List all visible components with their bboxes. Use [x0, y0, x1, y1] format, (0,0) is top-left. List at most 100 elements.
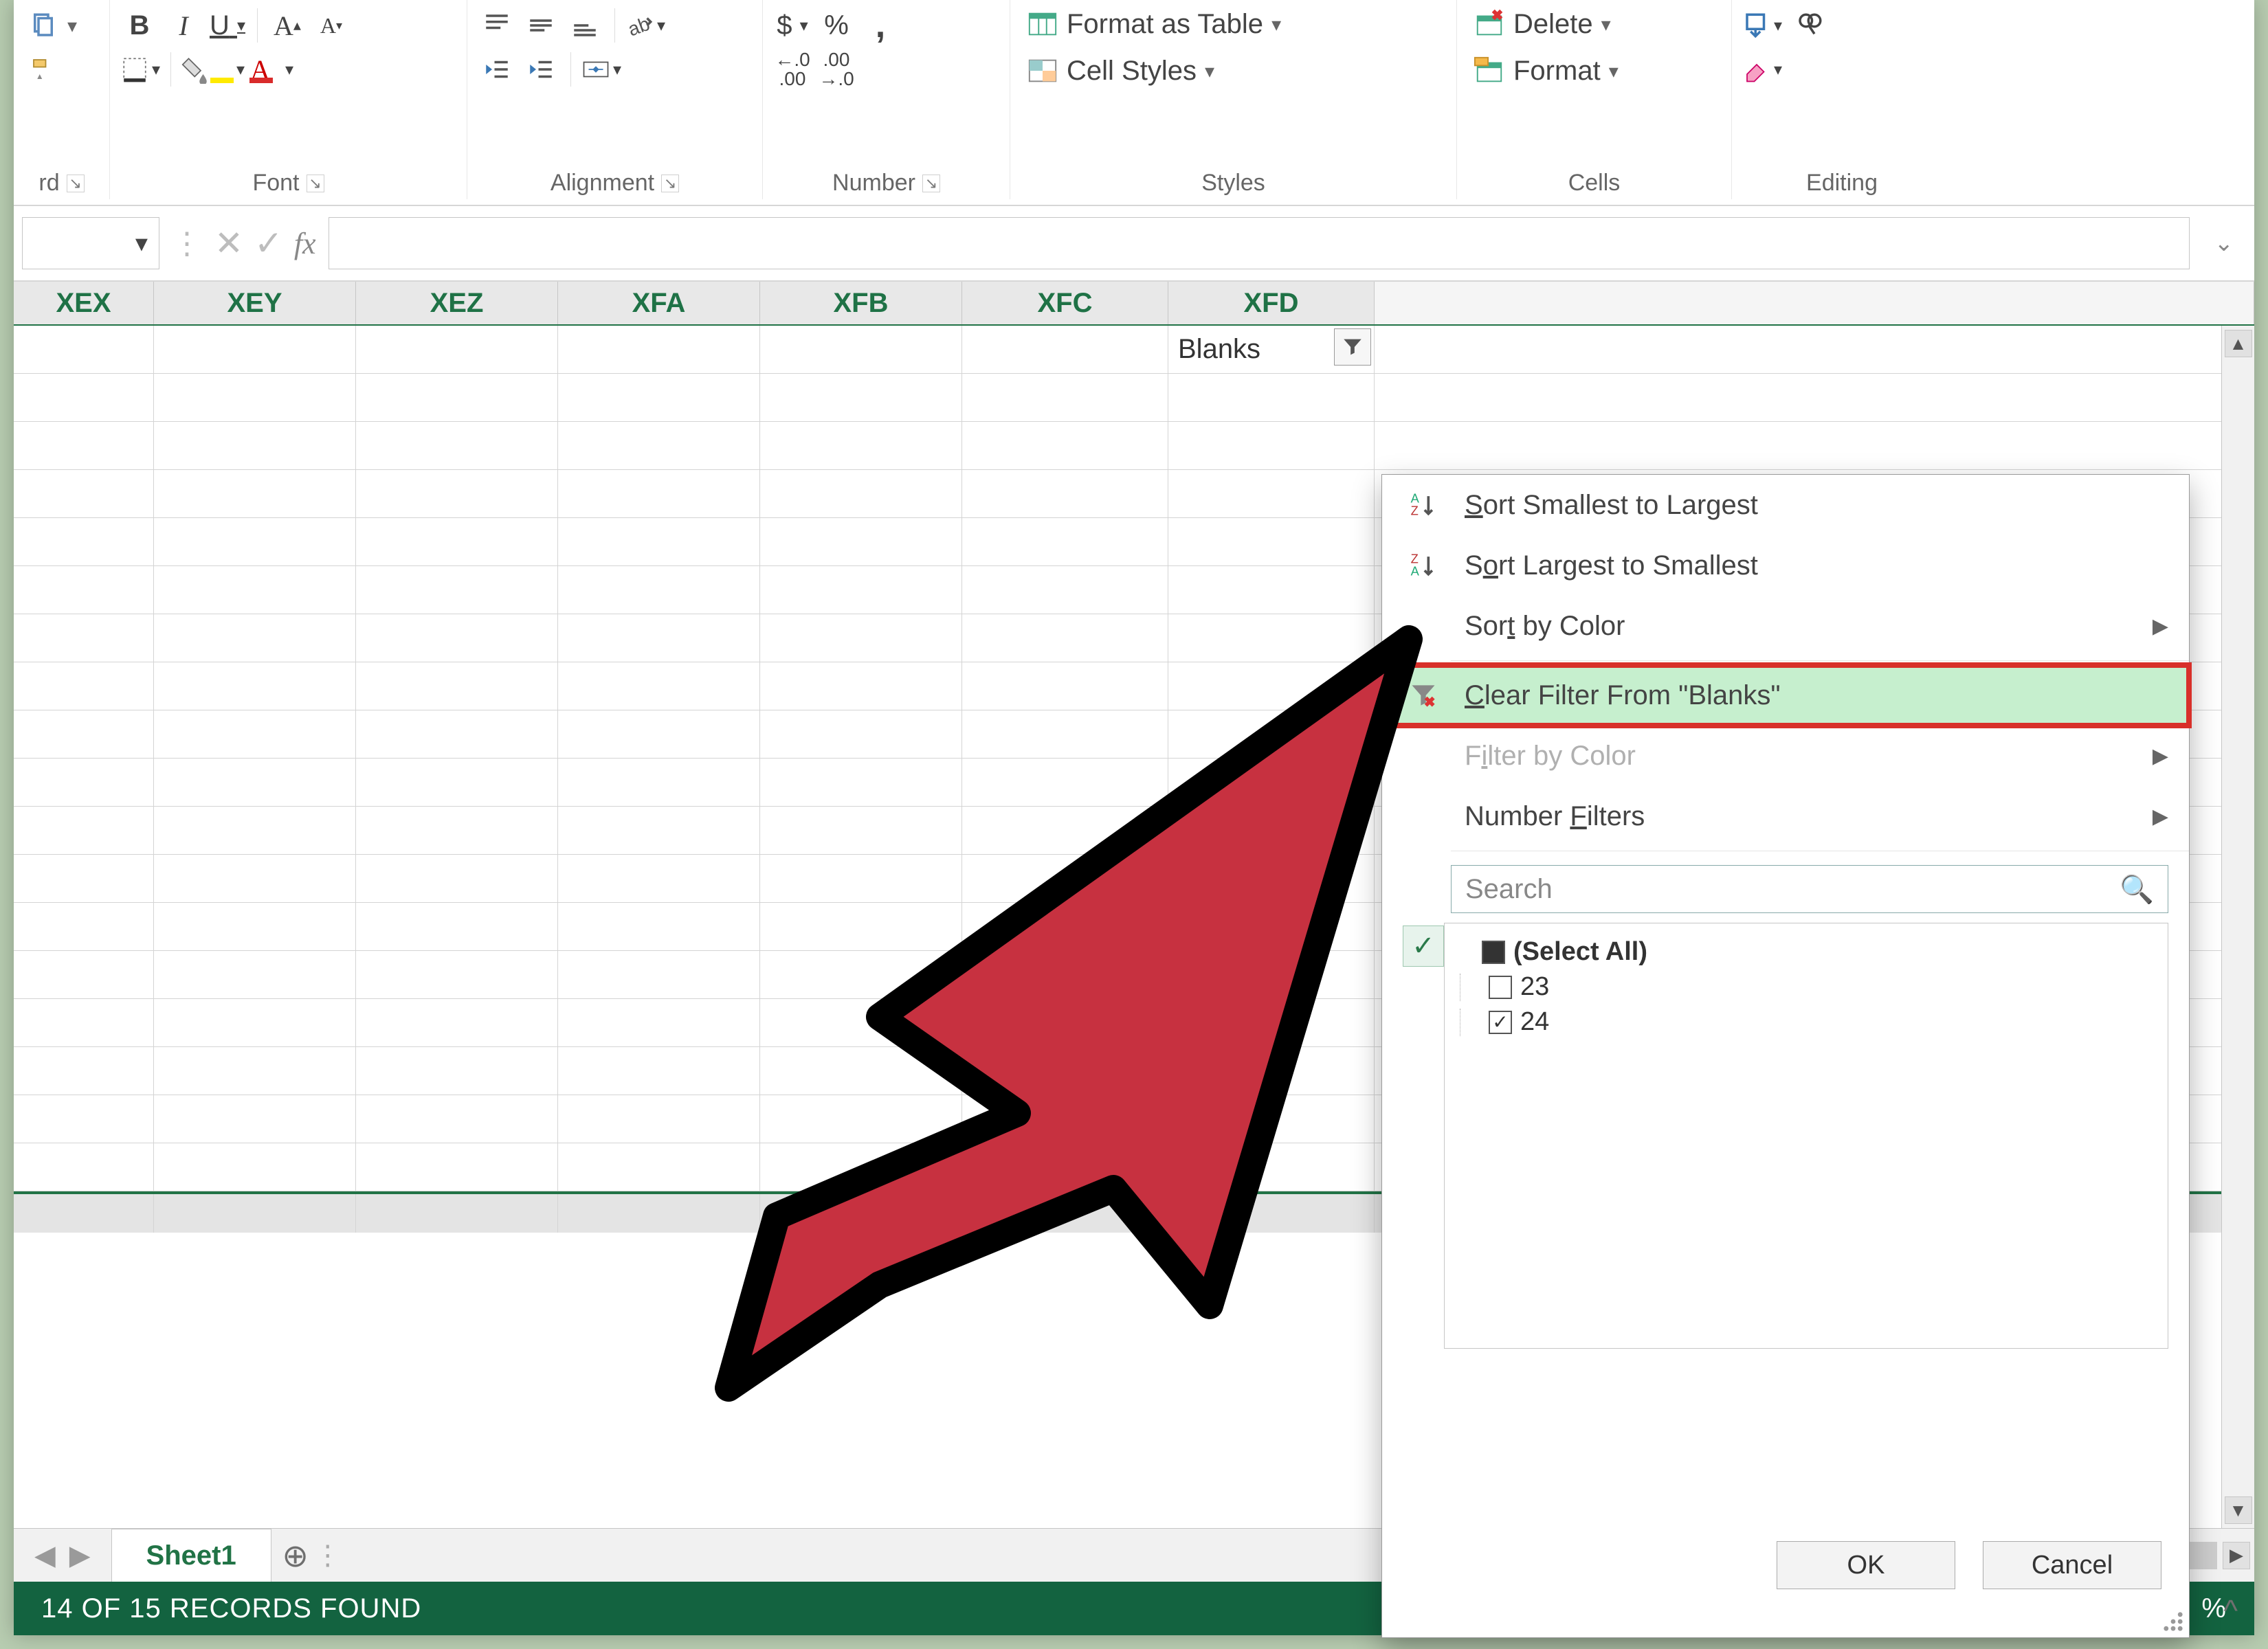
increase-font-button[interactable]: A▴: [267, 5, 307, 45]
cell[interactable]: [154, 710, 356, 759]
cell[interactable]: [1168, 566, 1375, 614]
cell[interactable]: [962, 951, 1168, 999]
borders-button[interactable]: ▾: [120, 49, 161, 89]
decrease-indent-button[interactable]: [477, 49, 517, 89]
cell[interactable]: [1168, 1095, 1375, 1143]
cell[interactable]: [154, 614, 356, 662]
cell[interactable]: [962, 710, 1168, 759]
cell[interactable]: [14, 999, 154, 1047]
decrease-decimal-button[interactable]: .00→.0: [816, 49, 856, 89]
cell[interactable]: [962, 470, 1168, 518]
percent-format-button[interactable]: %: [816, 5, 856, 45]
copy-icon[interactable]: [23, 5, 63, 45]
cell[interactable]: [558, 903, 760, 951]
col-header[interactable]: XEZ: [356, 282, 558, 324]
cell[interactable]: [1168, 710, 1375, 759]
cell[interactable]: [760, 326, 962, 374]
filter-value-item[interactable]: 23: [1460, 969, 2153, 1005]
filter-checklist[interactable]: (Select All) 23 ✓ 24: [1444, 923, 2168, 1349]
vertical-scrollbar[interactable]: ▲ ▼: [2221, 326, 2254, 1528]
cell[interactable]: [356, 374, 558, 422]
cell[interactable]: [356, 566, 558, 614]
cell[interactable]: [962, 662, 1168, 710]
cell[interactable]: [356, 759, 558, 807]
cell[interactable]: [154, 470, 356, 518]
cell[interactable]: [14, 951, 154, 999]
filter-search-input[interactable]: Search 🔍: [1451, 865, 2168, 913]
cell[interactable]: [760, 951, 962, 999]
cell[interactable]: [558, 614, 760, 662]
cell[interactable]: [154, 1143, 356, 1191]
cell[interactable]: [558, 518, 760, 566]
cell[interactable]: [1168, 903, 1375, 951]
cell[interactable]: [1168, 951, 1375, 999]
cell[interactable]: [760, 999, 962, 1047]
clear-filter-item[interactable]: Clear Filter From "Blanks": [1382, 665, 2189, 726]
cancel-button[interactable]: Cancel: [1983, 1541, 2161, 1589]
cell[interactable]: [1168, 518, 1375, 566]
col-header[interactable]: XFC: [962, 282, 1168, 324]
cell[interactable]: [14, 1047, 154, 1095]
cell[interactable]: [154, 374, 356, 422]
increase-indent-button[interactable]: [521, 49, 561, 89]
bold-button[interactable]: B: [120, 5, 159, 45]
sort-ascending-item[interactable]: AZ Sort Smallest to Largest: [1382, 475, 2189, 535]
cell[interactable]: [154, 951, 356, 999]
format-painter-icon[interactable]: [23, 49, 63, 89]
clipboard-dialog-launcher[interactable]: ↘: [67, 175, 85, 192]
col-header[interactable]: XEY: [154, 282, 356, 324]
cell[interactable]: [1168, 807, 1375, 855]
cell[interactable]: [558, 422, 760, 470]
col-header[interactable]: XEX: [14, 282, 154, 324]
cell[interactable]: [962, 759, 1168, 807]
cell[interactable]: [14, 710, 154, 759]
scroll-down-icon[interactable]: ▼: [2225, 1496, 2252, 1524]
cell[interactable]: [558, 951, 760, 999]
cell[interactable]: [154, 855, 356, 903]
cell[interactable]: [962, 374, 1168, 422]
cell[interactable]: [356, 903, 558, 951]
cell[interactable]: [760, 422, 962, 470]
name-box[interactable]: ▾: [22, 217, 159, 269]
number-filters-item[interactable]: Number Filters ▶: [1382, 786, 2189, 846]
cell[interactable]: [154, 999, 356, 1047]
cell[interactable]: [760, 614, 962, 662]
cell[interactable]: [1168, 759, 1375, 807]
alignment-dialog-launcher[interactable]: ↘: [661, 175, 679, 192]
cell[interactable]: [962, 566, 1168, 614]
decrease-font-button[interactable]: A▾: [311, 5, 351, 45]
align-middle-button[interactable]: [521, 5, 561, 45]
scroll-up-icon[interactable]: ▲: [2225, 330, 2252, 357]
cell[interactable]: [558, 1095, 760, 1143]
align-top-button[interactable]: [477, 5, 517, 45]
cell[interactable]: [1168, 614, 1375, 662]
cell[interactable]: [14, 518, 154, 566]
cell[interactable]: [962, 807, 1168, 855]
cell[interactable]: [1168, 999, 1375, 1047]
format-cells-button[interactable]: Format ▾: [1467, 52, 1625, 89]
cell[interactable]: [962, 614, 1168, 662]
sort-descending-item[interactable]: ZA Sort Largest to Smallest: [1382, 535, 2189, 596]
cell[interactable]: [154, 759, 356, 807]
cell[interactable]: [356, 710, 558, 759]
clear-button[interactable]: ▾: [1742, 49, 1783, 89]
resize-grip-icon[interactable]: [2161, 1610, 2185, 1633]
sort-by-color-item[interactable]: Sort by Color ▶: [1382, 596, 2189, 656]
cell[interactable]: [14, 422, 154, 470]
cell[interactable]: [760, 1095, 962, 1143]
cell[interactable]: [962, 518, 1168, 566]
cell[interactable]: [14, 903, 154, 951]
cell[interactable]: [760, 566, 962, 614]
cell[interactable]: [14, 374, 154, 422]
formula-input[interactable]: [329, 217, 2190, 269]
cell[interactable]: [558, 1143, 760, 1191]
filter-dropdown-button[interactable]: [1334, 328, 1371, 366]
format-as-table-button[interactable]: Format as Table ▾: [1020, 5, 1288, 43]
align-bottom-button[interactable]: [565, 5, 605, 45]
cell[interactable]: [356, 1095, 558, 1143]
col-header[interactable]: XFD: [1168, 282, 1375, 324]
cell[interactable]: [558, 1047, 760, 1095]
cell[interactable]: [356, 951, 558, 999]
increase-decimal-button[interactable]: ←.0.00: [772, 49, 812, 89]
cell[interactable]: [154, 903, 356, 951]
